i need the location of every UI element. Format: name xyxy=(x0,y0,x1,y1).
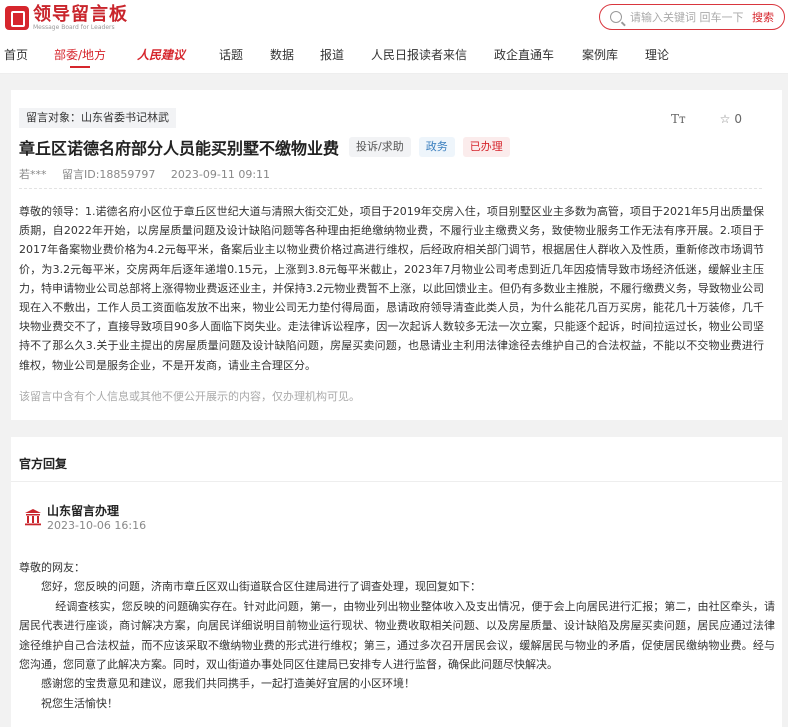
message-id: 留言ID:18859797 xyxy=(62,168,156,181)
font-size-icon[interactable]: Tт xyxy=(671,112,686,126)
divider xyxy=(11,481,782,482)
nav-reports[interactable]: 报道 xyxy=(320,46,344,63)
nav-ministries-local[interactable]: 部委/地方 xyxy=(54,46,106,68)
reply-paragraph: 经调查核实，您反映的问题确实存在。针对此问题，第一，由物业列出物业整体收入及支出… xyxy=(19,599,775,672)
nav-theory[interactable]: 理论 xyxy=(645,46,669,63)
status-badge: 已办理 xyxy=(462,137,510,157)
reply-org-name: 山东留言办理 xyxy=(47,504,120,518)
top-bar: 领导留言板 Message Board for Leaders 搜索 xyxy=(0,0,788,36)
reply-card: 官方回复 山东留言办理 2023-10-06 16:16 尊敬的网友： 您好，您… xyxy=(11,437,782,727)
nav-people-suggestions[interactable]: 人民建议 xyxy=(137,46,185,63)
nav-case-library[interactable]: 案例库 xyxy=(582,46,618,63)
logo-subtitle: Message Board for Leaders xyxy=(33,23,115,31)
nav-gov-enterprise[interactable]: 政企直通车 xyxy=(494,46,554,63)
privacy-note: 该留言中含有个人信息或其他不便公开展示的内容，仅办理机构可见。 xyxy=(19,390,360,403)
nav-reader-letters[interactable]: 人民日报读者来信 xyxy=(371,46,467,63)
nav-topics[interactable]: 话题 xyxy=(219,46,243,63)
message-body: 尊敬的领导：1.诺德名府小区位于章丘区世纪大道与清照大街交汇处，项目于2019年… xyxy=(19,205,764,372)
site-logo[interactable]: 领导留言板 Message Board for Leaders xyxy=(5,3,128,33)
reply-paragraph: 祝您生活愉快！ xyxy=(41,696,118,710)
logo-icon xyxy=(5,6,29,30)
message-tools: Tт ☆ 0 xyxy=(671,112,742,126)
government-building-icon xyxy=(25,509,41,526)
message-author: 若*** xyxy=(19,168,47,181)
message-target: 留言对象：山东省委书记林武 xyxy=(19,108,176,128)
star-icon[interactable]: ☆ xyxy=(720,112,731,126)
star-count: 0 xyxy=(734,112,742,126)
message-date: 2023-09-11 09:11 xyxy=(170,168,271,181)
message-title: 章丘区诺德名府部分人员能买别墅不缴物业费 xyxy=(19,139,340,158)
nav-data[interactable]: 数据 xyxy=(270,46,294,63)
reply-body: 尊敬的网友： 您好，您反映的问题，济南市章丘区双山街道联合区住建局进行了调查处理… xyxy=(19,558,775,713)
reply-paragraph: 您好，您反映的问题，济南市章丘区双山街道联合区住建局进行了调查处理，现回复如下： xyxy=(41,580,481,594)
reply-section-title: 官方回复 xyxy=(19,457,68,471)
search-button[interactable]: 搜索 xyxy=(752,9,774,25)
divider xyxy=(19,188,762,189)
search-icon xyxy=(610,11,622,23)
main-nav: 首页 部委/地方 人民建议 话题 数据 报道 人民日报读者来信 政企直通车 案例… xyxy=(0,36,788,74)
type-badge: 投诉/求助 xyxy=(349,137,411,157)
search-box: 搜索 xyxy=(599,4,785,30)
reply-greeting: 尊敬的网友： xyxy=(19,561,85,574)
message-card: 留言对象：山东省委书记林武 Tт ☆ 0 章丘区诺德名府部分人员能买别墅不缴物业… xyxy=(11,90,782,420)
nav-home[interactable]: 首页 xyxy=(4,46,28,63)
field-badge: 政务 xyxy=(418,137,455,157)
reply-date: 2023-10-06 16:16 xyxy=(47,519,147,532)
search-input[interactable] xyxy=(630,10,750,24)
logo-title: 领导留言板 xyxy=(33,3,128,25)
message-meta: 若*** 留言ID:18859797 2023-09-11 09:11 xyxy=(19,166,282,182)
reply-paragraph: 感谢您的宝贵意见和建议，愿我们共同携手，一起打造美好宜居的小区环境！ xyxy=(41,677,415,691)
